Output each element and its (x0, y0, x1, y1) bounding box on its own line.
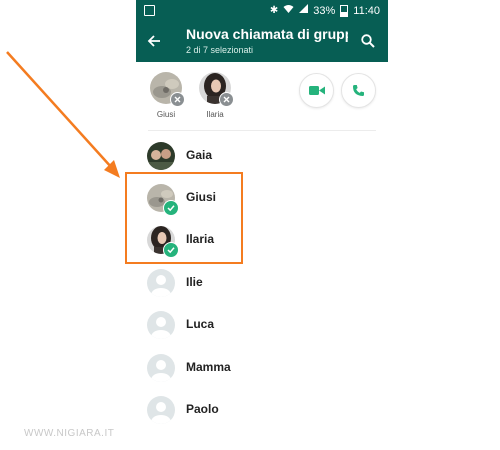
selected-contact-name: Ilaria (206, 110, 224, 119)
default-avatar-icon (147, 396, 175, 424)
signal-icon (299, 4, 309, 17)
back-button[interactable] (142, 29, 166, 53)
highlight-box (125, 172, 243, 264)
contact-name: Paolo (186, 402, 219, 416)
avatar (147, 142, 175, 170)
contact-row[interactable]: Mamma (136, 347, 388, 389)
close-icon (174, 96, 181, 103)
battery-icon (340, 4, 349, 17)
page-title: Nuova chiamata di gruppo (186, 26, 348, 42)
default-avatar-icon (147, 311, 175, 339)
search-button[interactable] (356, 29, 380, 53)
status-bar: ✱ 33% 11:40 (136, 0, 388, 21)
contact-row[interactable]: Paolo (136, 389, 388, 431)
divider (148, 130, 376, 131)
contact-name: Luca (186, 317, 215, 331)
selected-contacts-strip: Giusi Ilaria (136, 62, 388, 130)
contact-name: Gaia (186, 148, 213, 162)
contact-name: Mamma (186, 360, 231, 374)
selection-count: 2 di 7 selezionati (186, 45, 254, 55)
selected-contact-name: Giusi (156, 110, 176, 119)
contact-name: Ilie (186, 275, 203, 289)
search-icon (361, 34, 375, 48)
default-avatar-icon (147, 269, 175, 297)
remove-selection-button[interactable] (170, 92, 185, 107)
battery-percent: 33% (313, 4, 336, 17)
selected-contact[interactable]: Giusi (146, 72, 186, 119)
remove-selection-button[interactable] (219, 92, 234, 107)
gallery-icon (144, 5, 155, 16)
contact-row[interactable]: Ilie (136, 262, 388, 304)
close-icon (223, 96, 230, 103)
voice-call-button[interactable] (341, 73, 376, 108)
app-bar: Nuova chiamata di gruppo 2 di 7 selezion… (136, 21, 388, 62)
selected-contact[interactable]: Ilaria (195, 72, 235, 119)
contact-row[interactable]: Luca (136, 304, 388, 346)
wifi-icon (283, 4, 294, 17)
arrow-left-icon (147, 35, 160, 47)
phone-icon (353, 85, 364, 96)
video-call-button[interactable] (299, 73, 334, 108)
contact-row[interactable]: Gaia (136, 135, 388, 177)
bluetooth-icon: ✱ (269, 4, 279, 16)
default-avatar-icon (147, 354, 175, 382)
video-camera-icon (308, 86, 325, 95)
watermark: WWW.NIGIARA.IT (24, 428, 115, 439)
clock: 11:40 (353, 4, 380, 17)
